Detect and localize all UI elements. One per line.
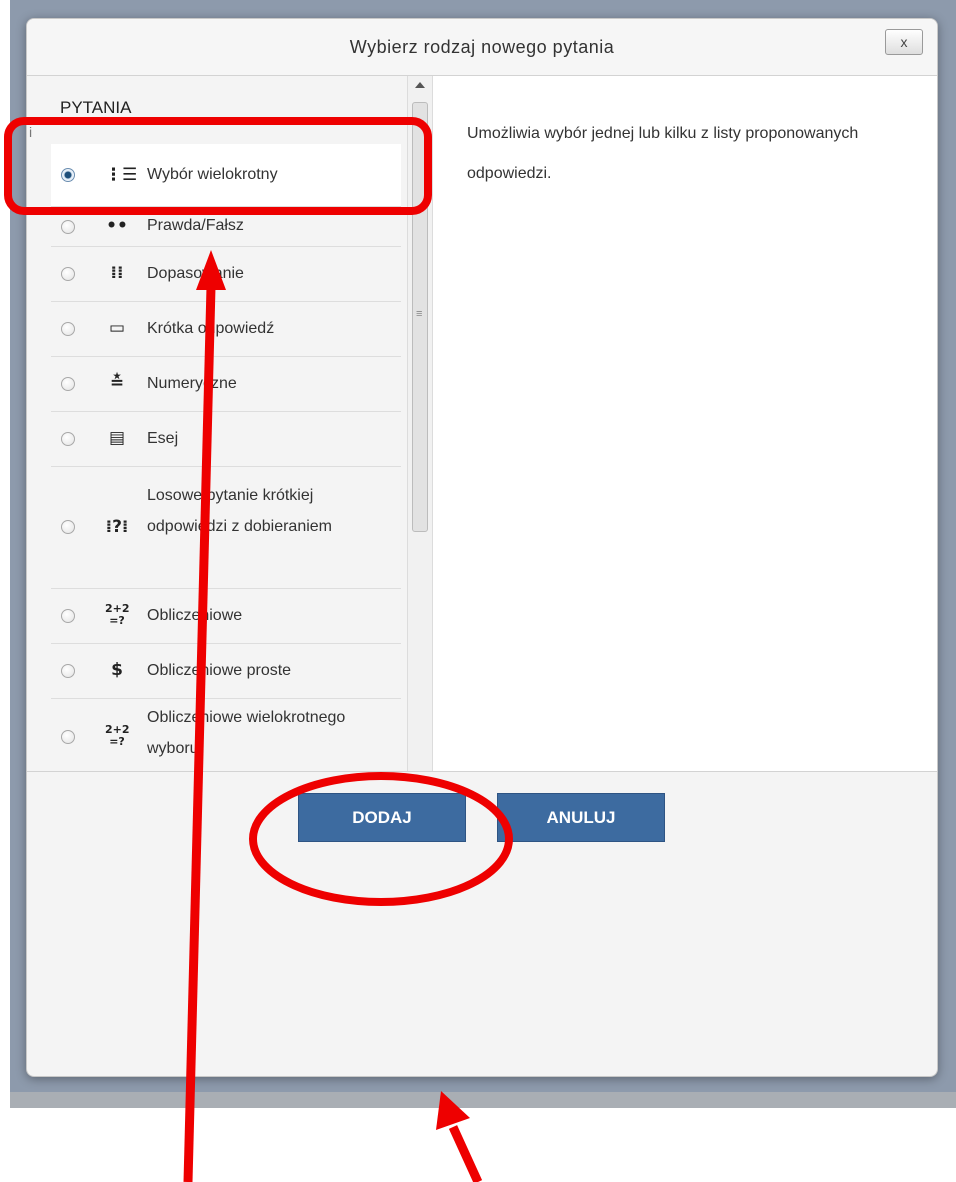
calculated-icon: 2+2 =? xyxy=(105,602,130,627)
option-label: Dopasowanie xyxy=(147,265,244,282)
option-multichoice[interactable]: ⋮☰ Wybór wielokrotny xyxy=(51,144,401,207)
option-essay[interactable]: ▤ Esej xyxy=(51,411,401,467)
page-backdrop-footer xyxy=(10,1092,956,1108)
radio-button[interactable] xyxy=(61,609,75,623)
grip-icon: ≡ xyxy=(416,308,423,320)
scroll-up-arrow-icon[interactable] xyxy=(415,82,425,88)
radio-button[interactable] xyxy=(61,730,75,744)
radio-button[interactable] xyxy=(61,267,75,281)
dialog-header: Wybierz rodzaj nowego pytania x xyxy=(27,19,937,76)
essay-icon: ▤ xyxy=(108,428,126,448)
calculatedmulti-icon: 2+2 =? xyxy=(105,723,130,748)
calculatedsimple-icon: $ xyxy=(111,660,123,680)
option-label: Obliczeniowe wielokrotnego wyboru xyxy=(147,709,346,757)
option-label: Krótka odpowiedź xyxy=(147,320,275,337)
option-label: Esej xyxy=(147,430,179,447)
option-match[interactable]: ⁞⁞ Dopasowanie xyxy=(51,246,401,302)
question-type-description: Umożliwia wybór jednej lub kilku z listy… xyxy=(467,125,859,182)
cancel-button[interactable]: ANULUJ xyxy=(497,793,665,842)
option-truefalse[interactable]: •• Prawda/Fałsz xyxy=(51,206,401,247)
randomsamatch-icon: ⁞?⁞ xyxy=(105,517,129,537)
radio-button[interactable] xyxy=(61,664,75,678)
radio-button[interactable] xyxy=(61,377,75,391)
radio-button[interactable] xyxy=(61,432,75,446)
option-calculated[interactable]: 2+2 =? Obliczeniowe xyxy=(51,588,401,644)
radio-button[interactable] xyxy=(61,520,75,534)
add-button[interactable]: DODAJ xyxy=(298,793,466,842)
option-label: Obliczeniowe xyxy=(147,607,243,624)
match-icon: ⁞⁞ xyxy=(110,263,124,283)
radio-button[interactable] xyxy=(61,220,75,234)
multichoice-icon: ⋮☰ xyxy=(105,165,138,185)
category-header: PYTANIA xyxy=(60,98,132,117)
option-calculatedmulti[interactable]: 2+2 =? Obliczeniowe wielokrotnego wyboru xyxy=(51,698,401,771)
option-label: Numeryczne xyxy=(147,375,237,392)
radio-button[interactable] xyxy=(61,322,75,336)
option-label: Obliczeniowe proste xyxy=(147,662,292,679)
stray-character: i xyxy=(29,124,33,140)
close-button[interactable]: x xyxy=(885,29,923,55)
shortanswer-icon: ▭ xyxy=(108,318,126,338)
option-label: Wybór wielokrotny xyxy=(147,166,278,183)
radio-button[interactable] xyxy=(61,168,75,182)
option-label: Prawda/Fałsz xyxy=(147,217,244,234)
dialog-title: Wybierz rodzaj nowego pytania xyxy=(349,37,615,57)
numerical-icon: ≛ xyxy=(109,373,125,393)
option-randomsamatch[interactable]: ⁞?⁞ Losowe pytanie krótkiej odpowiedzi z… xyxy=(51,466,401,589)
truefalse-icon: •• xyxy=(106,216,128,236)
scrollbar-thumb[interactable]: ≡ xyxy=(412,102,428,532)
question-type-list: i PYTANIA ⋮☰ Wybór wielokrotny •• Prawda… xyxy=(27,76,407,771)
option-label: Losowe pytanie krótkiej odpowiedzi z dob… xyxy=(147,487,332,535)
list-scrollbar[interactable]: ≡ xyxy=(407,76,433,771)
option-calculatedsimple[interactable]: $ Obliczeniowe proste xyxy=(51,643,401,699)
question-type-dialog: Wybierz rodzaj nowego pytania x i PYTANI… xyxy=(26,18,938,1077)
option-numerical[interactable]: ≛ Numeryczne xyxy=(51,356,401,412)
arrow-to-add-icon xyxy=(448,1125,483,1182)
dialog-body: i PYTANIA ⋮☰ Wybór wielokrotny •• Prawda… xyxy=(27,76,937,772)
option-shortanswer[interactable]: ▭ Krótka odpowiedź xyxy=(51,301,401,357)
